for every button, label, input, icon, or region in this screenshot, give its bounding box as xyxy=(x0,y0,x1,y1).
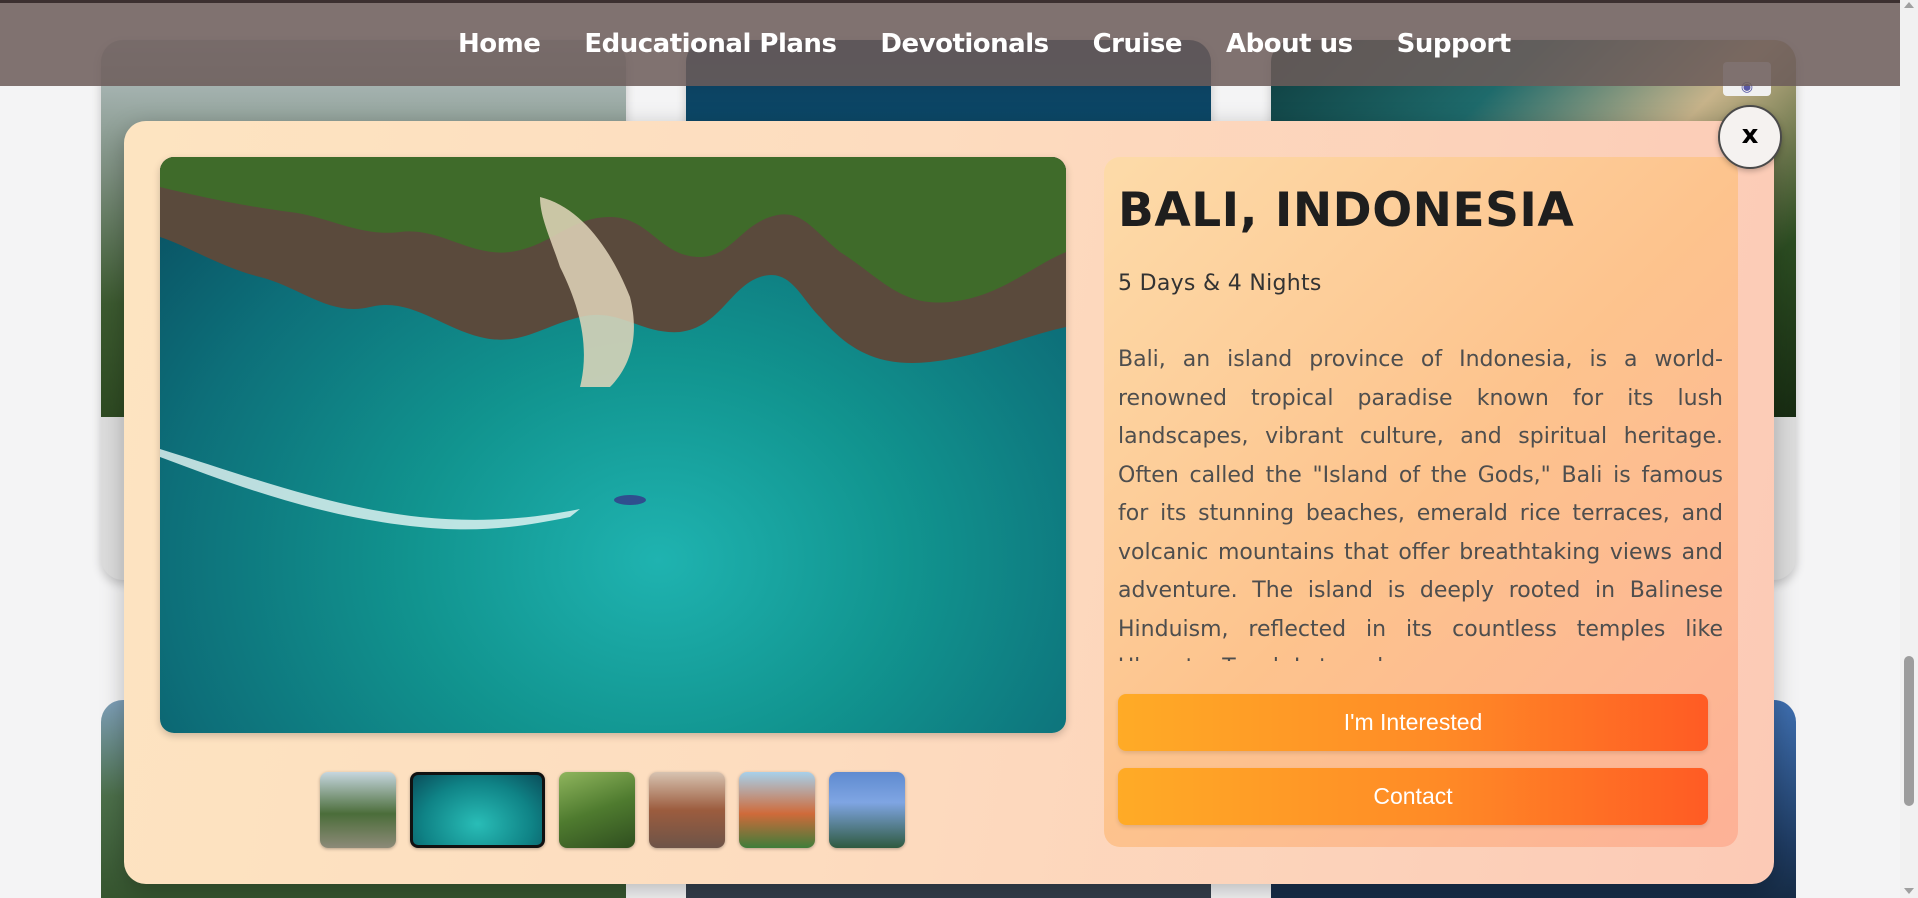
scroll-thumb[interactable] xyxy=(1904,656,1914,806)
aerial-coast-illustration xyxy=(160,157,1066,530)
thumbnail-temple-gate[interactable] xyxy=(320,772,396,848)
nav-link-cruise[interactable]: Cruise xyxy=(1093,29,1183,59)
main-destination-image xyxy=(160,157,1066,733)
destination-description: Bali, an island province of Indonesia, i… xyxy=(1118,347,1723,661)
contact-button[interactable]: Contact xyxy=(1118,768,1708,825)
nav-link-about-us[interactable]: About us xyxy=(1226,29,1353,59)
page-scrollbar[interactable] xyxy=(1900,0,1918,898)
thumbnail-temple-courtyard[interactable] xyxy=(649,772,725,848)
nav-link-home[interactable]: Home xyxy=(458,29,541,59)
thumbnail-lake-temple[interactable] xyxy=(829,772,905,848)
destination-info-panel: BALI, INDONESIA 5 Days & 4 Nights Bali, … xyxy=(1104,157,1738,847)
nav-link-support[interactable]: Support xyxy=(1397,29,1512,59)
thumbnail-strip xyxy=(320,772,919,848)
nav-link-devotionals[interactable]: Devotionals xyxy=(880,29,1049,59)
destination-title: BALI, INDONESIA xyxy=(1118,183,1575,238)
thumbnail-pagoda-flowers[interactable] xyxy=(739,772,815,848)
close-modal-button[interactable]: x xyxy=(1718,105,1782,169)
thumbnail-aerial-coast[interactable] xyxy=(410,772,545,848)
scroll-down-icon[interactable] xyxy=(1904,888,1914,894)
destination-modal: BALI, INDONESIA 5 Days & 4 Nights Bali, … xyxy=(124,121,1774,884)
nav-link-educational-plans[interactable]: Educational Plans xyxy=(584,29,837,59)
top-navbar: Home Educational Plans Devotionals Cruis… xyxy=(0,0,1900,86)
nav-links: Home Educational Plans Devotionals Cruis… xyxy=(458,29,1555,59)
scroll-up-icon[interactable] xyxy=(1904,2,1914,8)
im-interested-button[interactable]: I'm Interested xyxy=(1118,694,1708,751)
thumbnail-rice-terraces[interactable] xyxy=(559,772,635,848)
trip-duration: 5 Days & 4 Nights xyxy=(1118,271,1322,296)
